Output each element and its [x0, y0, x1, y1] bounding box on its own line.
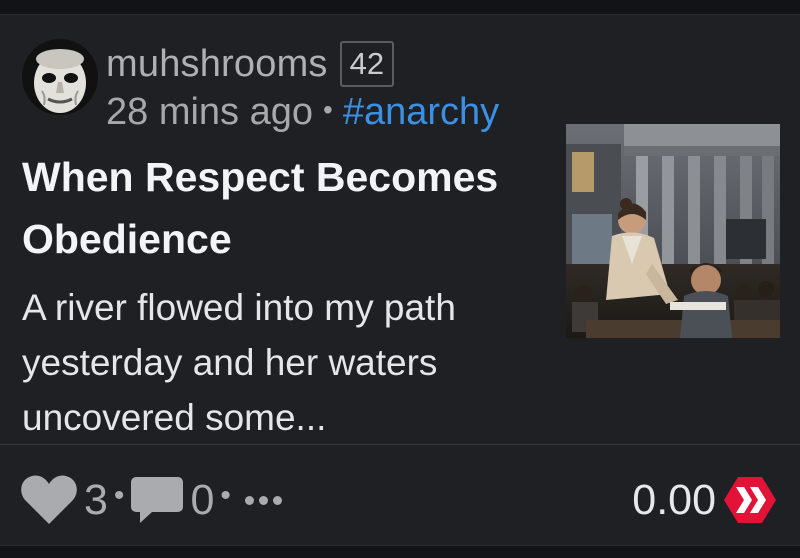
author-row: muhshrooms 42 — [106, 41, 395, 87]
payout-value[interactable]: 0.00 — [632, 476, 716, 525]
author-name[interactable]: muhshrooms — [106, 43, 328, 86]
dot-shape — [272, 495, 282, 505]
post-title[interactable]: When Respect Becomes Obedience — [22, 146, 542, 270]
author-avatar[interactable] — [22, 39, 98, 115]
more-dots-icon[interactable] — [244, 480, 282, 520]
hive-logo-icon — [722, 475, 778, 525]
meta-separator: • — [323, 93, 333, 125]
post-actions: 3 • 0 • — [20, 470, 282, 530]
page: muhshrooms 42 28 mins ago • #anarchy Whe… — [0, 0, 800, 558]
heart-icon[interactable] — [20, 474, 78, 526]
post-card[interactable]: muhshrooms 42 28 mins ago • #anarchy Whe… — [0, 14, 800, 546]
community-tag[interactable]: #anarchy — [343, 91, 499, 134]
post-timestamp[interactable]: 28 mins ago — [106, 91, 313, 134]
vote-count[interactable]: 3 — [84, 476, 108, 525]
comment-count[interactable]: 0 — [190, 476, 214, 525]
footer-divider — [0, 444, 800, 445]
actions-separator: • — [220, 479, 231, 512]
post-meta: 28 mins ago • #anarchy — [106, 91, 499, 134]
post-excerpt[interactable]: A river flowed into my path yesterday an… — [22, 280, 542, 445]
payout[interactable]: 0.00 — [632, 470, 778, 530]
dot-shape — [244, 495, 254, 505]
actions-separator: • — [113, 479, 125, 512]
dot-shape — [258, 495, 268, 505]
post-thumbnail[interactable] — [566, 124, 780, 338]
reputation-badge: 42 — [339, 41, 395, 87]
comment-bubble-icon[interactable] — [130, 475, 184, 525]
